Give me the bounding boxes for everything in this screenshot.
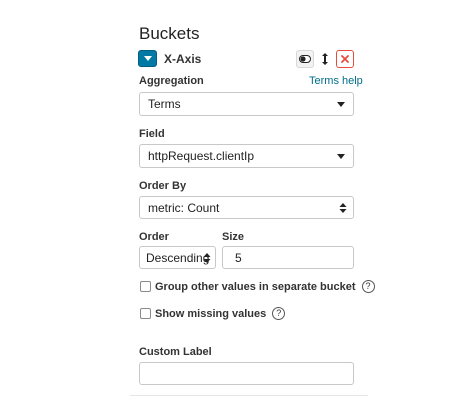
order-by-label: Order By <box>139 180 187 192</box>
order-select[interactable]: Descending <box>139 246 216 269</box>
order-label: Order <box>139 231 169 243</box>
remove-aggregation-button[interactable] <box>336 50 354 68</box>
updown-arrows-icon <box>339 202 347 213</box>
drag-vertical-icon <box>322 53 328 65</box>
chevron-down-icon <box>337 154 345 159</box>
show-missing-label: Show missing values <box>155 307 267 320</box>
caret-down-icon <box>143 55 152 61</box>
field-label: Field <box>139 128 165 140</box>
divider <box>130 395 368 396</box>
toggle-icon <box>299 55 311 63</box>
toggle-aggregation-button[interactable] <box>296 50 314 68</box>
buckets-panel: Buckets X-Axis Aggregation Terms help Te… <box>0 0 474 402</box>
order-select-value: Descending <box>146 250 210 265</box>
size-label: Size <box>222 231 245 243</box>
field-select[interactable]: httpRequest.clientIp <box>139 144 354 168</box>
size-input-value: 5 <box>235 250 242 265</box>
custom-label-input[interactable] <box>139 362 354 385</box>
remove-x-icon <box>341 55 349 63</box>
terms-help-link[interactable]: Terms help <box>309 75 363 87</box>
drag-handle-button[interactable] <box>316 50 334 68</box>
group-other-row: Group other values in separate bucket ? <box>140 280 375 293</box>
group-other-checkbox[interactable] <box>140 281 151 292</box>
show-missing-checkbox[interactable] <box>140 308 151 319</box>
help-icon[interactable]: ? <box>272 307 286 320</box>
custom-label-label: Custom Label <box>139 346 212 358</box>
updown-arrows-icon <box>203 252 211 263</box>
chevron-down-icon <box>337 102 345 107</box>
aggregation-actions <box>296 50 354 68</box>
order-by-select[interactable]: metric: Count <box>139 196 354 219</box>
aggregation-select-value: Terms <box>148 97 181 111</box>
show-missing-row: Show missing values ? <box>140 307 286 320</box>
size-input[interactable]: 5 <box>222 246 354 269</box>
collapse-toggle-button[interactable] <box>138 50 157 67</box>
order-by-select-value: metric: Count <box>148 200 220 215</box>
group-other-label: Group other values in separate bucket <box>155 280 356 293</box>
aggregation-title: X-Axis <box>164 52 202 66</box>
aggregation-label: Aggregation <box>139 75 204 87</box>
field-select-value: httpRequest.clientIp <box>148 149 255 163</box>
section-title: Buckets <box>139 24 200 43</box>
aggregation-select[interactable]: Terms <box>139 92 354 116</box>
help-icon[interactable]: ? <box>361 280 375 293</box>
